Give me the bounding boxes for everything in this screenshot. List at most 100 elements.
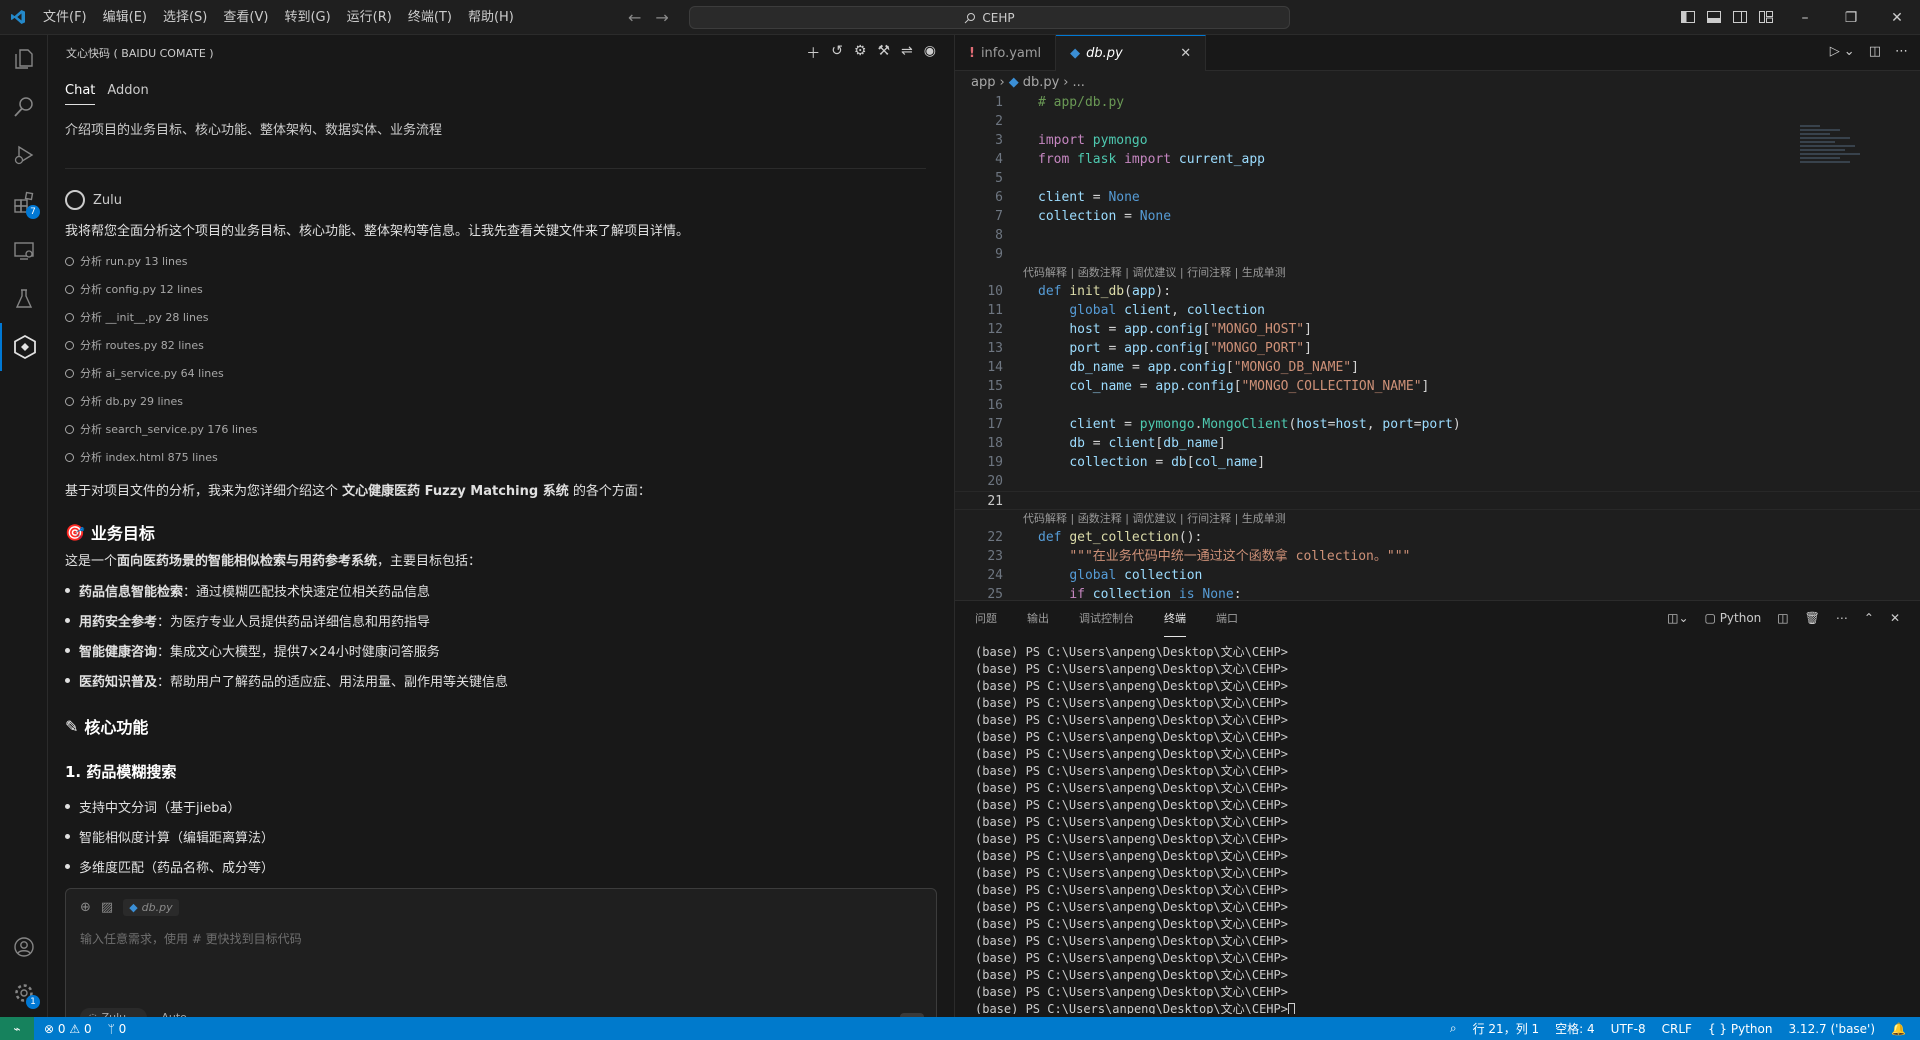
breadcrumb-file[interactable]: db.py (1023, 75, 1060, 90)
indentation[interactable]: 空格: 4 (1555, 1020, 1595, 1037)
minimize-icon[interactable]: – (1782, 0, 1828, 35)
tab-terminal[interactable]: 终端 (1164, 601, 1186, 637)
terminal-shell-selector[interactable]: ▢ Python (1705, 611, 1762, 625)
breadcrumb-folder[interactable]: app (971, 75, 995, 90)
customize-layout-icon[interactable] (1758, 9, 1774, 25)
account-icon[interactable] (0, 923, 48, 971)
ports-status[interactable]: ᛘ 0 (108, 1022, 127, 1036)
python-interpreter[interactable]: 3.12.7 ('base') (1788, 1022, 1875, 1036)
split-terminal-icon[interactable]: ◫ (1777, 611, 1788, 625)
filter-icon[interactable]: ⇌ (901, 43, 913, 63)
language-mode[interactable]: { } Python (1708, 1022, 1773, 1036)
toggle-secondary-sidebar-icon[interactable] (1732, 9, 1748, 25)
problems-status[interactable]: ⊗ 0 ⚠ 0 (44, 1022, 92, 1036)
remote-indicator-icon[interactable]: ⌁ (0, 1017, 34, 1040)
settings-badge: 1 (26, 995, 40, 1009)
zoom-icon[interactable]: ⌕ (1450, 1021, 1457, 1036)
add-context-icon[interactable]: ⊕ (80, 900, 91, 915)
menu-selection[interactable]: 选择(S) (155, 0, 215, 35)
kill-terminal-icon[interactable]: 🗑 (1805, 611, 1820, 625)
settings-gear-icon[interactable]: 1 (0, 969, 48, 1017)
image-icon[interactable]: ▨ (101, 900, 113, 915)
restore-icon[interactable]: ❐ (1828, 0, 1874, 35)
search-icon[interactable] (0, 83, 48, 131)
tab-addon[interactable]: Addon (107, 83, 148, 105)
toggle-panel-icon[interactable] (1706, 9, 1722, 25)
tool-call-item[interactable]: 分析 routes.py 82 lines (65, 331, 926, 359)
tool-call-item[interactable]: 分析 __init__.py 28 lines (65, 303, 926, 331)
tab-info-yaml[interactable]: ! info.yaml (955, 35, 1057, 71)
goals-pre: 这是一个 (65, 554, 118, 569)
menu-file[interactable]: 文件(F) (35, 0, 95, 35)
tool-call-item[interactable]: 分析 index.html 875 lines (65, 443, 926, 471)
comate-icon[interactable] (0, 323, 48, 371)
codelens-actions[interactable]: 代码解释 | 函数注释 | 调优建议 | 行间注释 | 生成单测 (955, 510, 1920, 528)
run-debug-icon[interactable] (0, 131, 48, 179)
tab-output[interactable]: 输出 (1027, 601, 1049, 637)
toggle-primary-sidebar-icon[interactable] (1680, 9, 1696, 25)
tab-chat[interactable]: Chat (65, 83, 96, 105)
extensions-icon[interactable]: 7 (0, 179, 48, 227)
back-arrow-icon[interactable]: ← (628, 8, 641, 27)
notifications-bell-icon[interactable]: 🔔 (1891, 1022, 1906, 1036)
history-icon[interactable]: ↺ (831, 43, 843, 63)
split-editor-icon[interactable]: ◫ (1869, 44, 1881, 59)
settings-icon[interactable]: ⚙ (854, 43, 867, 63)
minimap[interactable] (1800, 125, 1870, 185)
line-number: 22 (987, 530, 1003, 545)
tool-call-item[interactable]: 分析 search_service.py 176 lines (65, 415, 926, 443)
new-terminal-split-icon[interactable]: ◫⌄ (1667, 611, 1688, 625)
chevron-down-icon[interactable]: ⌄ (1844, 44, 1855, 59)
tab-problems[interactable]: 问题 (975, 601, 997, 637)
line-number: 17 (987, 417, 1003, 432)
tool-call-item[interactable]: 分析 config.py 12 lines (65, 275, 926, 303)
close-window-icon[interactable]: ✕ (1874, 0, 1920, 35)
code-editor[interactable]: 1 # app/db.py 2 3 import pymongo 4 from fla… (955, 93, 1920, 600)
line-number: 5 (995, 171, 1003, 186)
close-panel-icon[interactable]: ✕ (1890, 611, 1900, 625)
context-file-name: db.py (141, 901, 173, 914)
tools-icon[interactable]: ⚒ (877, 43, 890, 63)
menu-help[interactable]: 帮助(H) (460, 0, 522, 35)
remote-explorer-icon[interactable] (0, 227, 48, 275)
line-number: 10 (987, 284, 1003, 299)
command-center-search[interactable]: CEHP (689, 6, 1290, 29)
encoding[interactable]: UTF-8 (1611, 1022, 1646, 1036)
tab-ports[interactable]: 端口 (1216, 601, 1238, 637)
menu-run[interactable]: 运行(R) (339, 0, 400, 35)
code-line: 25 if collection is None: (955, 585, 1920, 600)
more-actions-icon[interactable]: ⋯ (1836, 611, 1848, 625)
explorer-icon[interactable] (0, 35, 48, 83)
context-file-chip[interactable]: ◆ db.py (123, 899, 179, 916)
tool-call-item[interactable]: 分析 db.py 29 lines (65, 387, 926, 415)
menu-terminal[interactable]: 终端(T) (400, 0, 460, 35)
menu-bar: 文件(F) 编辑(E) 选择(S) 查看(V) 转到(G) 运行(R) 终端(T… (35, 0, 522, 35)
tab-debug-console[interactable]: 调试控制台 (1079, 601, 1134, 637)
run-file-icon[interactable]: ▷ (1830, 44, 1840, 59)
new-chat-icon[interactable]: ＋ (806, 43, 820, 63)
breadcrumb-symbol[interactable]: ... (1072, 75, 1084, 90)
end-of-line[interactable]: CRLF (1662, 1022, 1692, 1036)
menu-go[interactable]: 转到(G) (276, 0, 338, 35)
tool-call-item[interactable]: 分析 ai_service.py 64 lines (65, 359, 926, 387)
terminal-line: (base) PS C:\Users\anpeng\Desktop\文心\CEH… (975, 883, 1288, 897)
line-number: 18 (987, 436, 1003, 451)
goal-text: ：帮助用户了解药品的适应症、用法用量、副作用等关键信息 (157, 674, 509, 690)
menu-view[interactable]: 查看(V) (215, 0, 276, 35)
close-tab-icon[interactable]: ✕ (1180, 46, 1191, 61)
feature-text: 支持中文分词（基于jieba） (79, 800, 241, 816)
terminal-line: (base) PS C:\Users\anpeng\Desktop\文心\CEH… (975, 951, 1288, 965)
tab-db-py[interactable]: ◆ db.py ✕ (1056, 35, 1207, 71)
menu-edit[interactable]: 编辑(E) (95, 0, 155, 35)
forward-arrow-icon[interactable]: → (655, 8, 668, 27)
tool-call-item[interactable]: 分析 run.py 13 lines (65, 247, 926, 275)
maximize-panel-icon[interactable]: ⌃ (1864, 611, 1874, 625)
cursor-position[interactable]: 行 21，列 1 (1473, 1020, 1540, 1037)
terminal-output[interactable]: (base) PS C:\Users\anpeng\Desktop\文心\CEH… (975, 644, 1895, 1014)
testing-flask-icon[interactable] (0, 275, 48, 323)
user-icon[interactable]: ◉ (924, 43, 936, 63)
chat-input-field[interactable]: 输入任意需求，使用 # 更快找到目标代码 (66, 926, 936, 951)
more-actions-icon[interactable]: ⋯ (1895, 44, 1908, 59)
codelens-actions[interactable]: 代码解释 | 函数注释 | 调优建议 | 行间注释 | 生成单测 (955, 264, 1920, 282)
tool-call-label: 分析 index.html 875 lines (80, 451, 218, 464)
